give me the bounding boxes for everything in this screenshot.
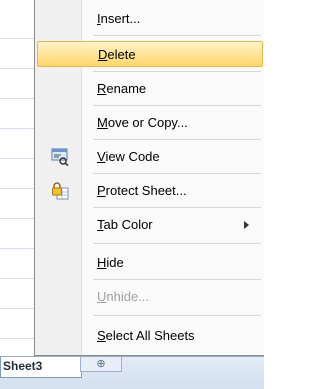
insert-sheet-icon: ⊕ xyxy=(96,358,106,370)
menu-separator xyxy=(93,279,261,280)
menu-separator xyxy=(93,207,261,208)
menu-separator xyxy=(93,139,261,140)
grid-row-line xyxy=(0,158,34,159)
grid-row-line xyxy=(0,278,34,279)
menu-item-unhide[interactable]: Unhide... xyxy=(37,284,263,310)
menu-separator xyxy=(93,173,261,174)
grid-row-line xyxy=(0,188,34,189)
grid-row-line xyxy=(0,128,34,129)
menu-item-label: Move or Copy... xyxy=(97,115,188,130)
sheet-tab-bar: Sheet3 ⊕ xyxy=(0,356,264,389)
protect-sheet-icon xyxy=(51,182,69,200)
menu-item-label: Insert... xyxy=(97,11,141,26)
grid-row-line xyxy=(0,38,34,39)
menu-separator xyxy=(93,315,261,316)
menu-item-label: View Code xyxy=(97,149,160,164)
menu-separator xyxy=(93,105,261,106)
sheet-tab[interactable]: Sheet3 xyxy=(0,357,82,378)
menu-item-view-code[interactable]: View Code xyxy=(37,144,263,170)
menu-item-protect-sheet[interactable]: Protect Sheet... xyxy=(37,178,263,204)
submenu-arrow-icon xyxy=(244,221,249,229)
grid-row-line xyxy=(0,98,34,99)
menu-item-label: Rename xyxy=(97,81,147,96)
menu-item-select-all-sheets[interactable]: Select All Sheets xyxy=(37,323,263,349)
menu-item-label: Protect Sheet... xyxy=(97,183,187,198)
menu-item-move-or-copy[interactable]: Move or Copy... xyxy=(37,110,263,136)
insert-sheet-tab[interactable]: ⊕ xyxy=(80,357,122,372)
grid-row-line xyxy=(0,308,34,309)
grid-row-line xyxy=(0,248,34,249)
menu-item-delete[interactable]: Delete xyxy=(37,41,263,67)
menu-item-label: Select All Sheets xyxy=(97,328,195,343)
sheet-context-menu: Insert... Delete Rename Move or Copy... … xyxy=(34,0,264,356)
view-code-icon xyxy=(51,148,69,167)
menu-separator xyxy=(93,71,261,72)
menu-item-label: Delete xyxy=(98,47,136,62)
menu-item-label: Unhide... xyxy=(97,289,150,304)
menu-item-rename[interactable]: Rename xyxy=(37,76,263,102)
menu-separator xyxy=(93,35,261,36)
menu-item-label: Tab Color xyxy=(97,217,153,232)
grid-row-line xyxy=(0,338,34,339)
grid-row-line xyxy=(0,218,34,219)
menu-item-insert[interactable]: Insert... xyxy=(37,6,263,32)
menu-item-label: Hide xyxy=(97,255,124,270)
worksheet-grid xyxy=(0,0,35,356)
menu-separator xyxy=(93,243,261,244)
menu-item-tab-color[interactable]: Tab Color xyxy=(37,212,263,238)
grid-row-line xyxy=(0,68,34,69)
menu-item-hide[interactable]: Hide xyxy=(37,250,263,276)
